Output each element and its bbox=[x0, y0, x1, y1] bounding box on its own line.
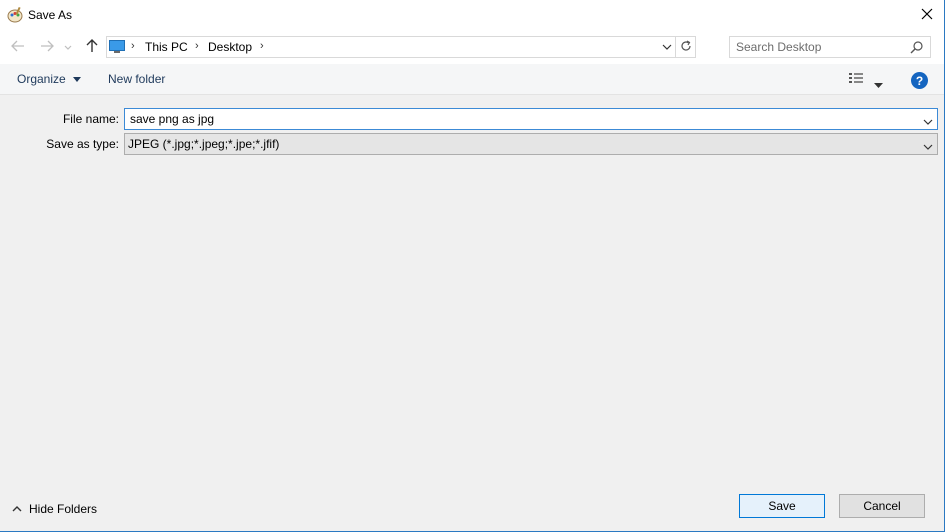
up-button[interactable] bbox=[84, 38, 100, 56]
address-bar[interactable]: › This PC › Desktop › bbox=[106, 36, 696, 58]
file-name-label: File name: bbox=[62, 112, 119, 126]
save-as-type-label: Save as type: bbox=[46, 137, 119, 151]
new-folder-button[interactable]: New folder bbox=[108, 72, 165, 86]
view-options-caret-icon[interactable] bbox=[874, 77, 883, 91]
arrow-right-icon bbox=[40, 40, 54, 55]
help-icon[interactable]: ? bbox=[911, 72, 928, 89]
details-view-icon[interactable] bbox=[848, 72, 864, 86]
organize-button[interactable]: Organize bbox=[17, 72, 82, 86]
breadcrumb-separator[interactable]: › bbox=[195, 40, 199, 52]
close-icon bbox=[921, 8, 933, 23]
breadcrumb-this-pc[interactable]: This PC bbox=[145, 40, 188, 54]
save-as-type-value[interactable]: JPEG (*.jpg;*.jpeg;*.jpe;*.jfif) bbox=[128, 137, 279, 151]
address-dropdown-button[interactable] bbox=[659, 38, 675, 56]
forward-button[interactable] bbox=[39, 39, 55, 55]
refresh-button[interactable] bbox=[675, 37, 695, 57]
recent-locations-button[interactable] bbox=[63, 39, 73, 55]
paint-icon bbox=[6, 6, 24, 24]
refresh-icon bbox=[680, 39, 692, 55]
navigation-bar: › This PC › Desktop › bbox=[0, 30, 944, 64]
search-box[interactable] bbox=[729, 36, 931, 58]
organize-label: Organize bbox=[17, 72, 66, 86]
computer-icon bbox=[109, 40, 125, 54]
file-name-value[interactable]: save png as jpg bbox=[130, 112, 214, 126]
hide-folders-label: Hide Folders bbox=[29, 502, 98, 516]
chevron-down-icon[interactable] bbox=[923, 115, 933, 125]
chevron-up-icon bbox=[12, 506, 22, 512]
chevron-down-icon bbox=[662, 40, 672, 54]
search-input[interactable] bbox=[736, 39, 906, 55]
chevron-down-icon[interactable] bbox=[923, 140, 933, 150]
save-as-dialog: Save As › This PC › Desktop › Search Des… bbox=[0, 0, 945, 532]
breadcrumb-desktop[interactable]: Desktop bbox=[208, 40, 252, 54]
save-button[interactable]: Save bbox=[739, 494, 825, 518]
title-bar: Save As bbox=[0, 0, 944, 30]
breadcrumb-separator[interactable]: › bbox=[260, 40, 264, 52]
close-button[interactable] bbox=[910, 0, 944, 30]
breadcrumb-separator: › bbox=[131, 40, 135, 52]
cancel-button[interactable]: Cancel bbox=[839, 494, 925, 518]
chevron-down-icon bbox=[64, 40, 72, 54]
arrow-left-icon bbox=[11, 40, 25, 55]
arrow-up-icon bbox=[86, 38, 98, 56]
window-title: Save As bbox=[28, 8, 73, 22]
caret-down-icon bbox=[73, 77, 82, 83]
save-as-type-select[interactable]: JPEG (*.jpg;*.jpeg;*.jpe;*.jfif) bbox=[124, 133, 938, 155]
hide-folders-button[interactable]: Hide Folders bbox=[12, 502, 97, 516]
command-toolbar: Organize New folder bbox=[0, 64, 944, 95]
back-button[interactable] bbox=[10, 39, 26, 55]
file-name-field[interactable]: save png as jpg bbox=[124, 108, 938, 130]
search-icon[interactable] bbox=[910, 40, 924, 54]
